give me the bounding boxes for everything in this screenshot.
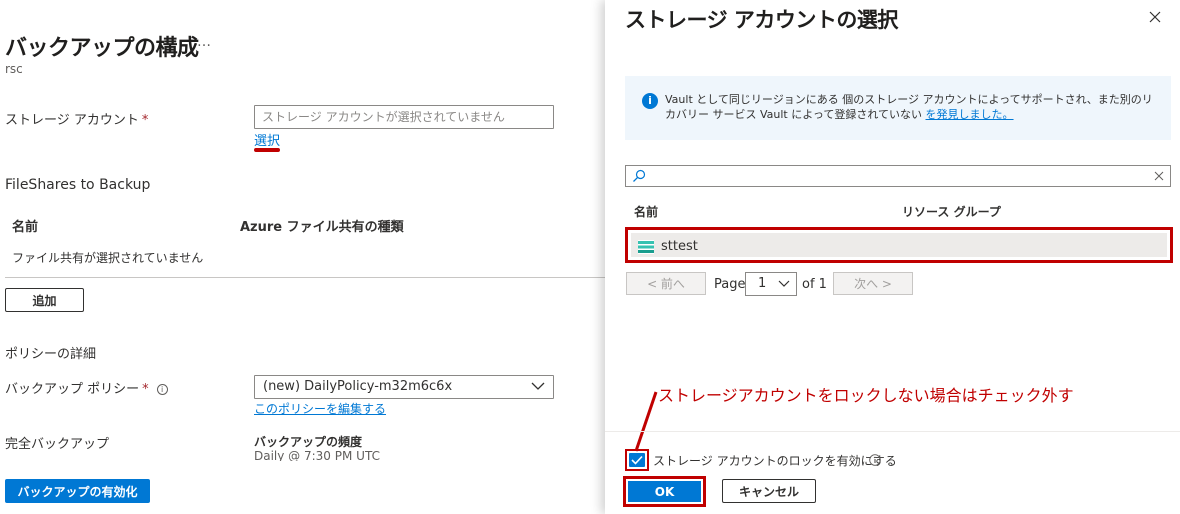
- checkmark-icon: [631, 455, 643, 465]
- ok-button-highlight: OK: [623, 476, 706, 507]
- annotation-text: ストレージアカウントをロックしない場合はチェック外す: [658, 386, 1074, 405]
- required-mark: *: [142, 382, 149, 397]
- required-mark: *: [141, 113, 149, 128]
- page-select-value: 1: [758, 276, 767, 291]
- info-text: Vault として同じリージョンにある 個のストレージ アカウントによってサポー…: [665, 93, 1153, 121]
- more-icon[interactable]: …: [197, 34, 211, 50]
- backup-config-blade: バックアップの構成 … rsc ストレージ アカウント* 選択 FileShar…: [0, 0, 605, 514]
- page-select[interactable]: 1: [745, 272, 797, 296]
- info-icon[interactable]: i: [156, 384, 168, 395]
- select-storage-link[interactable]: 選択: [254, 130, 280, 149]
- select-storage-account-panel: ストレージ アカウントの選択 i Vault として同じリージョンにある 個のス…: [605, 0, 1180, 514]
- storage-account-label-text: ストレージ アカウント: [5, 113, 139, 128]
- storage-account-icon: [638, 240, 654, 254]
- cancel-button[interactable]: キャンセル: [722, 479, 816, 503]
- backup-policy-label-text: バックアップ ポリシー: [5, 382, 140, 397]
- backup-policy-value: (new) DailyPolicy-m32m6c6x: [263, 379, 453, 394]
- search-input[interactable]: [625, 165, 1171, 187]
- column-header-resource-group: リソース グループ: [902, 205, 1001, 219]
- policy-section-title: ポリシーの詳細: [5, 347, 97, 362]
- annotation-underline: [254, 148, 280, 152]
- search-icon: [633, 169, 646, 182]
- divider: [5, 277, 605, 278]
- chevron-down-icon: [778, 280, 790, 287]
- empty-fileshare-row: ファイル共有が選択されていません: [12, 251, 204, 265]
- panel-title: ストレージ アカウントの選択: [625, 8, 898, 32]
- info-icon[interactable]: [869, 454, 881, 466]
- selected-row-background: sttest: [631, 233, 1167, 257]
- lock-checkbox[interactable]: [629, 453, 645, 467]
- column-header-share-type: Azure ファイル共有の種類: [240, 220, 404, 235]
- storage-account-name: sttest: [661, 239, 698, 254]
- close-icon[interactable]: [1148, 10, 1162, 24]
- clear-icon[interactable]: [1154, 171, 1164, 181]
- page-title: バックアップの構成: [5, 36, 199, 61]
- lock-checkbox-highlight: [625, 449, 649, 471]
- backup-policy-dropdown[interactable]: (new) DailyPolicy-m32m6c6x: [254, 375, 554, 399]
- page-label: Page: [714, 277, 746, 292]
- backup-policy-label: バックアップ ポリシー * i: [5, 378, 168, 397]
- storage-account-label: ストレージ アカウント *: [5, 109, 148, 128]
- next-page-button[interactable]: 次へ >: [833, 272, 913, 295]
- backup-frequency-value: Daily @ 7:30 PM UTC: [254, 449, 380, 461]
- column-header-name: 名前: [634, 205, 659, 219]
- full-backup-label: 完全バックアップ: [5, 437, 110, 452]
- ok-button[interactable]: OK: [628, 481, 701, 502]
- enable-backup-button[interactable]: バックアップの有効化: [5, 479, 150, 503]
- edit-policy-link[interactable]: このポリシーを編集する: [254, 400, 386, 417]
- column-header-name: 名前: [12, 220, 39, 235]
- info-bar: i Vault として同じリージョンにある 個のストレージ アカウントによってサ…: [625, 76, 1171, 140]
- chevron-down-icon: [531, 382, 545, 390]
- info-icon: i: [642, 93, 658, 109]
- prev-page-button[interactable]: < 前へ: [626, 272, 706, 295]
- table-row[interactable]: sttest: [625, 227, 1173, 263]
- lock-checkbox-label: ストレージ アカウントのロックを有効にする: [653, 454, 897, 468]
- backup-frequency-title: バックアップの頻度: [254, 435, 363, 449]
- info-link[interactable]: を発見しました。: [926, 108, 1014, 121]
- footer-divider: [605, 431, 1180, 432]
- add-button[interactable]: 追加: [5, 288, 84, 312]
- fileshares-section-title: FileShares to Backup: [5, 177, 151, 193]
- storage-account-input[interactable]: [254, 105, 554, 129]
- page-subtitle: rsc: [5, 62, 23, 76]
- page-of-label: of 1: [802, 277, 827, 292]
